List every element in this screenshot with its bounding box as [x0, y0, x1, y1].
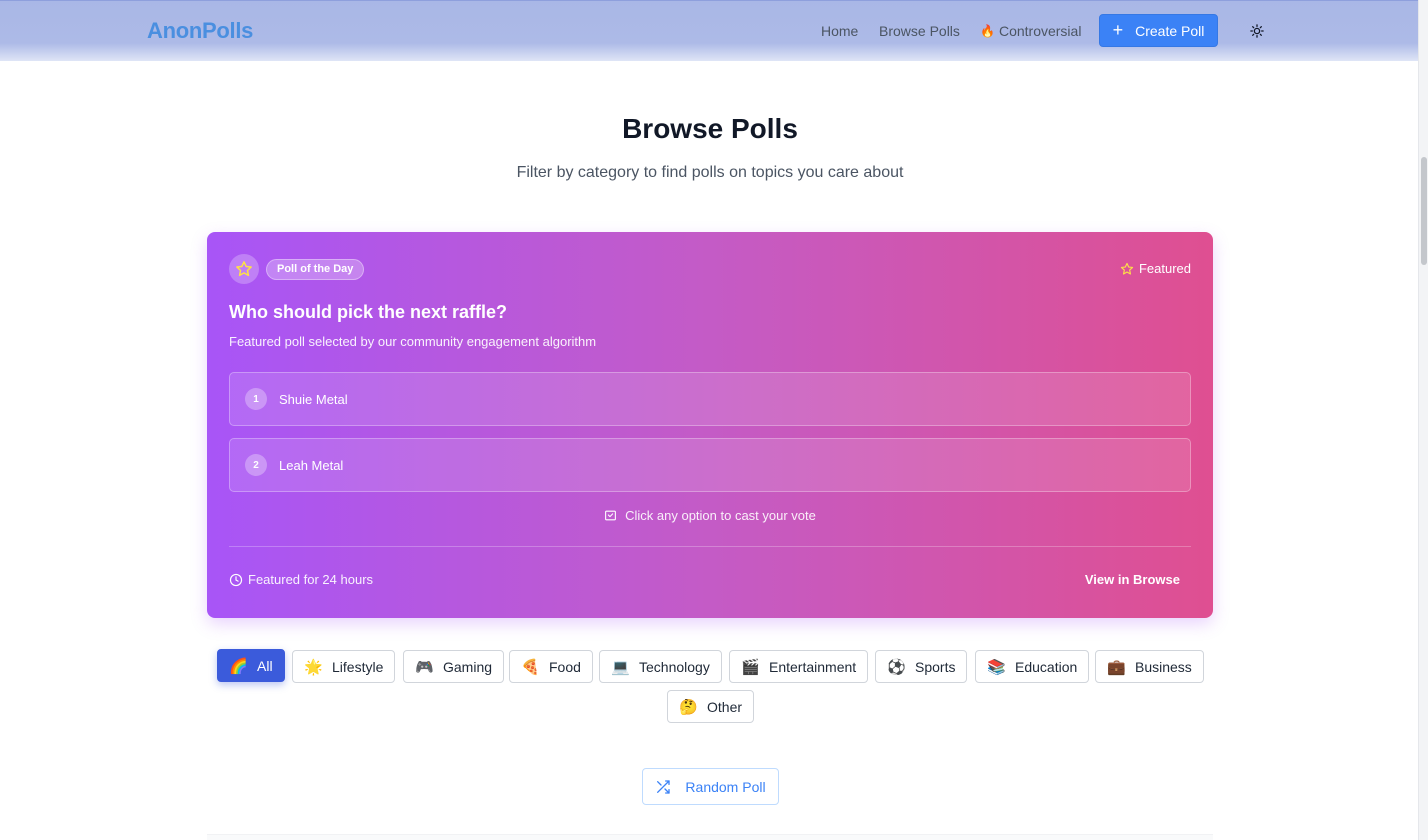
laptop-icon: 💻 — [611, 658, 630, 676]
category-label: Business — [1135, 658, 1192, 675]
category-label: Sports — [915, 658, 956, 675]
create-poll-button[interactable]: + Create Poll — [1099, 14, 1218, 47]
star-icon — [229, 254, 259, 284]
pizza-icon: 🍕 — [521, 658, 540, 676]
category-chip-sports[interactable]: ⚽ Sports — [875, 650, 968, 683]
poll-option[interactable]: 2 Leah Metal — [229, 438, 1191, 492]
poll-of-the-day-badge: Poll of the Day — [266, 259, 365, 280]
category-chip-technology[interactable]: 💻 Technology — [599, 650, 722, 683]
gamepad-icon: 🎮 — [415, 658, 434, 676]
nav-controversial-label: Controversial — [998, 23, 1082, 39]
vote-box-icon — [605, 510, 617, 521]
shuffle-icon — [657, 779, 671, 794]
plus-icon: + — [1112, 19, 1124, 40]
thinking-face-icon: 🤔 — [679, 698, 698, 716]
theme-toggle-button[interactable] — [1248, 22, 1266, 40]
briefcase-icon: 💼 — [1107, 658, 1126, 676]
page-subtitle: Filter by category to find polls on topi… — [516, 164, 904, 181]
category-chip-lifestyle[interactable]: 🌟 Lifestyle — [292, 650, 396, 683]
rainbow-icon: 🌈 — [229, 657, 248, 675]
view-in-browse-link[interactable]: View in Browse — [1085, 572, 1180, 587]
category-chip-other[interactable]: 🤔 Other — [667, 690, 755, 723]
logo[interactable]: AnonPolls — [147, 18, 253, 44]
soccer-ball-icon: ⚽ — [887, 658, 906, 676]
featured-duration-text: Featured for 24 hours — [248, 572, 374, 587]
featured-text: Featured — [1138, 261, 1191, 276]
category-label: Food — [549, 658, 581, 675]
star-emoji-icon: 🌟 — [304, 658, 323, 676]
poll-option[interactable]: 1 Shuie Metal — [229, 372, 1191, 426]
option-text: Shuie Metal — [279, 391, 348, 407]
category-label: Education — [1015, 658, 1078, 675]
scrollbar-thumb[interactable] — [1421, 157, 1427, 265]
clapperboard-icon: 🎬 — [741, 658, 760, 676]
content-section-edge — [207, 834, 1213, 840]
page-title: Browse Polls — [622, 113, 798, 144]
category-chip-business[interactable]: 💼 Business — [1095, 650, 1204, 683]
fire-icon: 🔥 — [980, 24, 995, 38]
option-number: 2 — [245, 454, 267, 476]
create-poll-label: Create Poll — [1135, 22, 1205, 39]
featured-duration: Featured for 24 hours — [229, 572, 373, 587]
poll-of-the-day-card: Poll of the Day Featured Who should pick… — [207, 232, 1213, 618]
nav-browse-link[interactable]: Browse Polls — [879, 23, 960, 39]
option-number: 1 — [245, 388, 267, 410]
nav-controversial-link[interactable]: 🔥 Controversial — [980, 23, 1081, 39]
random-poll-button[interactable]: Random Poll — [642, 768, 779, 805]
category-label: Technology — [639, 658, 710, 675]
category-chip-gaming[interactable]: 🎮 Gaming — [403, 650, 505, 683]
top-navbar: AnonPolls Home Browse Polls 🔥 Controvers… — [0, 0, 1418, 61]
category-chip-entertainment[interactable]: 🎬 Entertainment — [729, 650, 869, 683]
nav-home-link[interactable]: Home — [821, 23, 858, 39]
category-label: Gaming — [443, 658, 493, 675]
random-poll-label: Random Poll — [685, 778, 766, 795]
category-label: Lifestyle — [332, 658, 384, 675]
poll-question: Who should pick the next raffle? — [229, 302, 508, 322]
category-chip-all[interactable]: 🌈 All — [217, 649, 285, 682]
vote-hint-text: Click any option to cast your vote — [625, 508, 816, 523]
poll-description: Featured poll selected by our community … — [229, 334, 597, 349]
option-text: Leah Metal — [279, 457, 344, 473]
category-chip-education[interactable]: 📚 Education — [975, 650, 1090, 683]
card-divider — [229, 546, 1191, 547]
category-label: All — [257, 657, 273, 674]
featured-star-icon — [1120, 262, 1134, 275]
category-chip-food[interactable]: 🍕 Food — [509, 650, 593, 683]
sun-icon — [1250, 24, 1264, 38]
clock-icon — [229, 573, 243, 586]
category-label: Entertainment — [769, 658, 857, 675]
books-icon: 📚 — [987, 658, 1006, 676]
category-label: Other — [707, 698, 743, 715]
vote-hint: Click any option to cast your vote — [207, 508, 1213, 523]
featured-label: Featured — [1120, 261, 1191, 276]
